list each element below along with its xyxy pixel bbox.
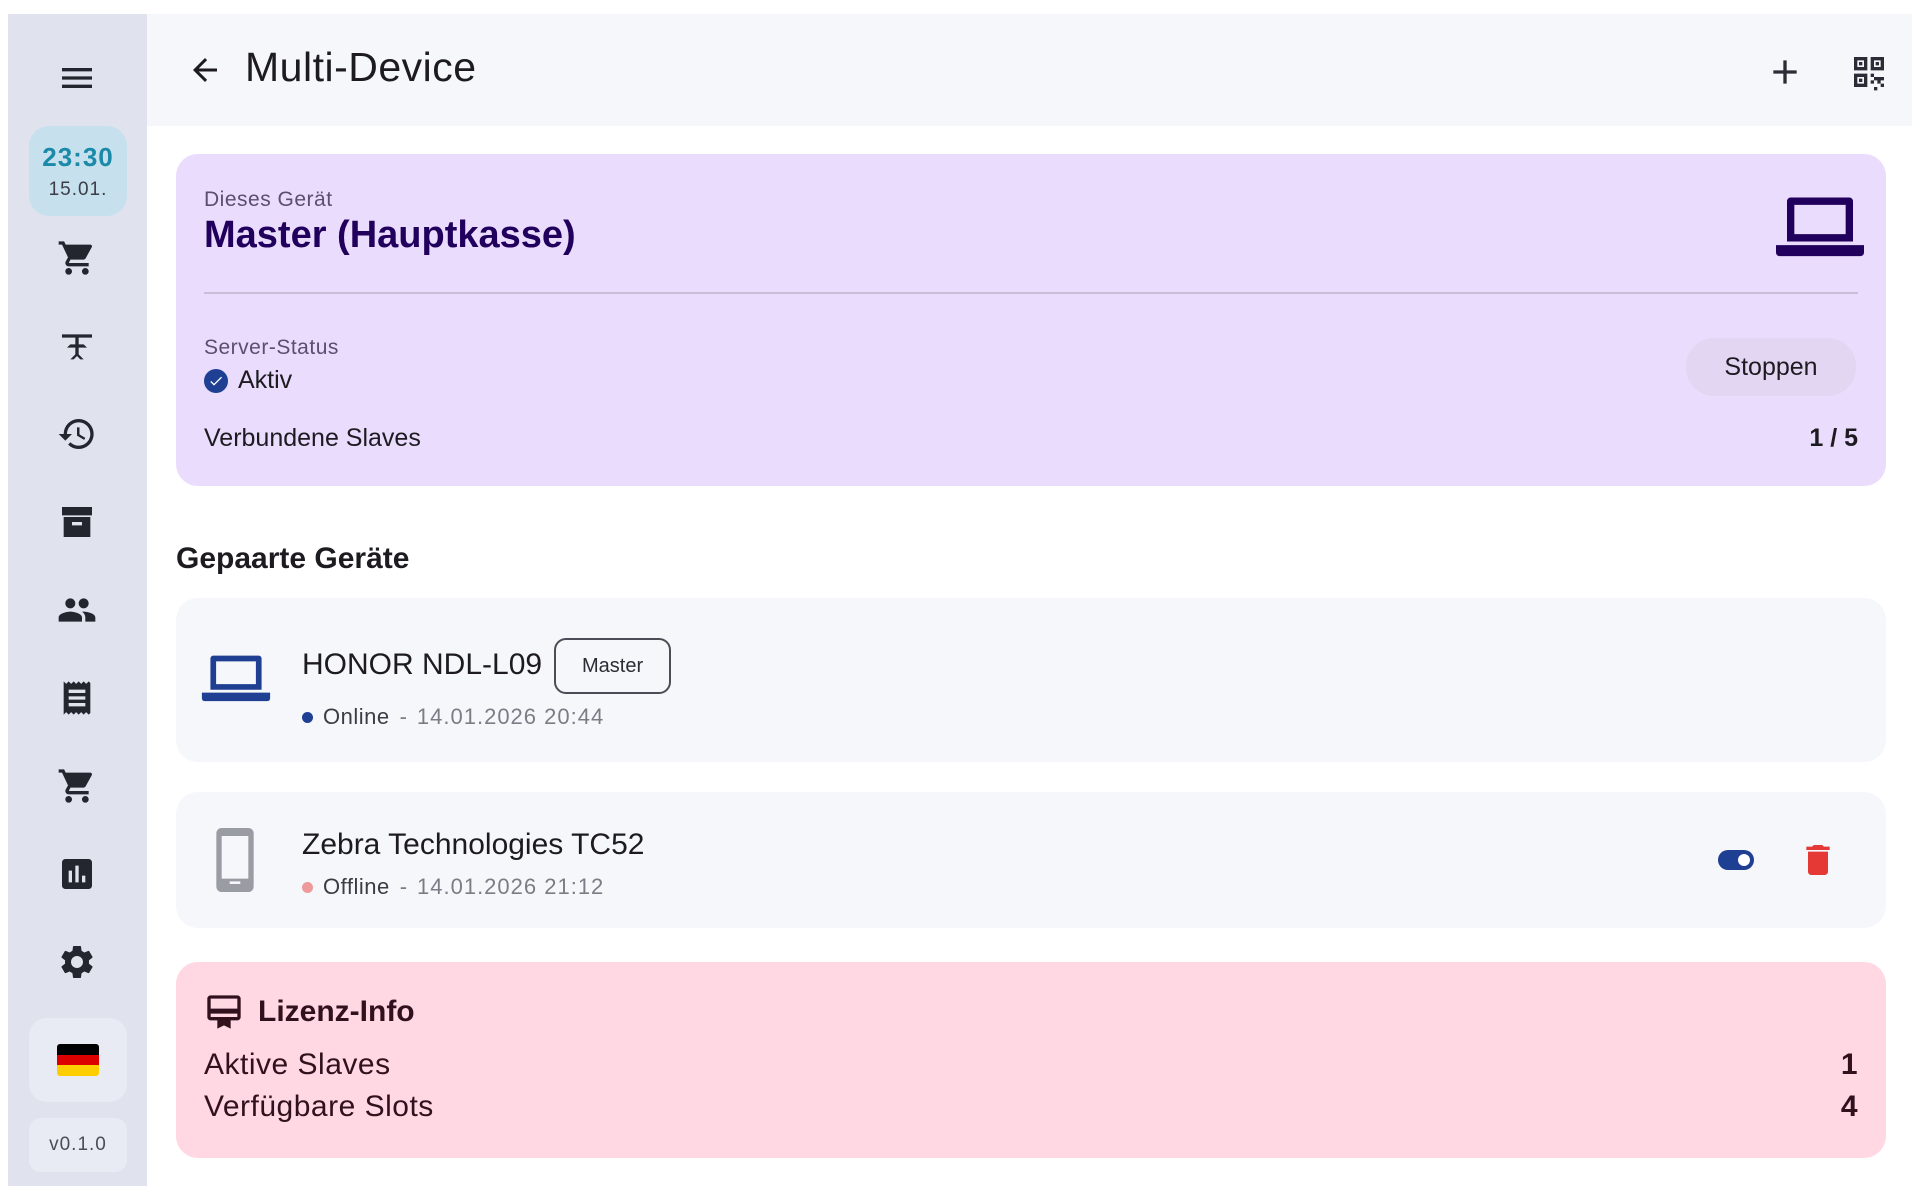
check-circle-icon <box>204 368 228 393</box>
this-device-title: Master (Hauptkasse) <box>204 214 576 256</box>
license-row-value: 1 <box>1840 1048 1858 1081</box>
qr-code-icon[interactable] <box>1845 48 1893 96</box>
cart-icon[interactable] <box>43 752 111 820</box>
chart-icon[interactable] <box>43 840 111 908</box>
add-icon[interactable] <box>1761 48 1809 96</box>
clock-date: 15.01. <box>48 178 108 200</box>
receipt-icon[interactable] <box>43 664 111 732</box>
menu-icon[interactable] <box>43 44 111 112</box>
paired-devices-title: Gepaarte Geräte <box>176 542 410 575</box>
server-status-label: Server-Status <box>204 336 339 359</box>
clock-widget: 23:30 15.01. <box>29 126 127 216</box>
license-icon <box>207 995 241 1029</box>
status-text: Online <box>323 704 390 729</box>
device-status: Online - 14.01.2026 20:44 <box>302 704 604 730</box>
status-dot <box>302 881 313 893</box>
cart-icon[interactable] <box>43 224 111 292</box>
delete-icon[interactable] <box>1798 840 1838 880</box>
top-bar: Multi-Device <box>147 14 1912 126</box>
license-header: Lizenz-Info <box>204 992 415 1032</box>
status-dot <box>302 711 313 723</box>
enable-device-toggle[interactable] <box>1718 850 1754 870</box>
clock-time: 23:30 <box>42 141 114 172</box>
history-icon[interactable] <box>43 400 111 468</box>
license-row-active-slaves: Aktive Slaves 1 <box>204 1048 1858 1082</box>
device-status: Offline - 14.01.2026 21:12 <box>302 874 604 900</box>
server-status: Aktiv <box>204 366 292 395</box>
back-arrow-icon[interactable] <box>183 48 227 92</box>
license-info-card: Lizenz-Info Aktive Slaves 1 Verfügbare S… <box>176 962 1886 1158</box>
device-card-slave[interactable]: Zebra Technologies TC52 Offline - 14.01.… <box>176 792 1886 928</box>
archive-icon[interactable] <box>43 488 111 556</box>
device-name: Zebra Technologies TC52 <box>302 828 645 861</box>
this-device-label: Dieses Gerät <box>204 188 333 211</box>
table-icon[interactable] <box>43 312 111 380</box>
version-label: v0.1.0 <box>29 1118 127 1172</box>
master-badge: Master <box>554 638 672 694</box>
this-device-card: Dieses Gerät Master (Hauptkasse) Server-… <box>176 154 1886 486</box>
laptop-icon <box>1776 190 1864 260</box>
license-row-label: Aktive Slaves <box>204 1048 391 1081</box>
german-flag-icon <box>57 1044 99 1076</box>
device-name: HONOR NDL-L09 <box>302 648 543 681</box>
connected-slaves-label: Verbundene Slaves <box>204 424 421 452</box>
people-icon[interactable] <box>43 576 111 644</box>
app-frame: 23:30 15.01. v0.1.0 Multi-Device Dieses … <box>8 14 1912 1186</box>
stop-server-button[interactable]: Stoppen <box>1686 338 1856 396</box>
device-card-master[interactable]: HONOR NDL-L09 Master Online - 14.01.2026… <box>176 598 1886 762</box>
license-row-label: Verfügbare Slots <box>204 1090 434 1123</box>
license-row-available-slots: Verfügbare Slots 4 <box>204 1090 1858 1124</box>
status-text: Offline <box>323 874 390 899</box>
language-flag-button[interactable] <box>29 1018 127 1102</box>
license-title: Lizenz-Info <box>258 995 415 1028</box>
settings-icon[interactable] <box>43 928 111 996</box>
license-row-value: 4 <box>1840 1090 1858 1123</box>
laptop-icon <box>200 650 272 709</box>
phone-icon <box>216 828 254 897</box>
page-title: Multi-Device <box>245 44 477 90</box>
server-status-value: Aktiv <box>238 366 293 394</box>
status-separator: - <box>399 874 408 899</box>
last-seen-timestamp: 14.01.2026 20:44 <box>416 704 605 729</box>
divider <box>204 292 1858 294</box>
connected-slaves-value: 1 / 5 <box>1809 424 1858 452</box>
status-separator: - <box>399 704 407 729</box>
last-seen-timestamp: 14.01.2026 21:12 <box>417 874 605 899</box>
sidebar: 23:30 15.01. v0.1.0 <box>8 14 147 1186</box>
